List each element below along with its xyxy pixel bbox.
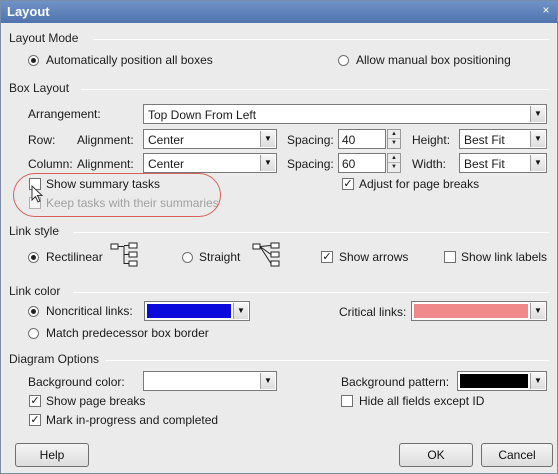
critical-color-swatch	[414, 304, 528, 318]
column-spacing-input[interactable]: 60	[338, 153, 386, 173]
check-icon: ✓	[30, 414, 40, 426]
row-spacing-input[interactable]: 40	[338, 129, 386, 149]
link-color-divider	[73, 292, 549, 293]
show-link-labels-label: Show link labels	[461, 250, 548, 264]
rectilinear-links-icon	[110, 242, 138, 267]
chevron-down-icon[interactable]: ▼	[260, 155, 275, 171]
straight-radio[interactable]	[182, 252, 193, 263]
height-value: Best Fit	[464, 133, 505, 147]
bg-color-label: Background color:	[28, 375, 125, 389]
show-page-breaks-checkbox[interactable]: ✓	[29, 395, 41, 407]
row-alignment-value: Center	[148, 133, 185, 147]
close-icon[interactable]: ×	[538, 3, 554, 19]
cancel-button[interactable]: Cancel	[481, 443, 553, 467]
layout-mode-label: Layout Mode	[9, 31, 79, 45]
width-label: Width:	[412, 157, 447, 171]
show-page-breaks-label: Show page breaks	[46, 394, 146, 408]
box-layout-divider	[81, 89, 549, 90]
spin-up-icon[interactable]: ▲	[388, 130, 400, 139]
link-style-label: Link style	[9, 224, 60, 238]
diagram-options-label: Diagram Options	[9, 352, 100, 366]
adjust-breaks-label: Adjust for page breaks	[359, 177, 480, 191]
spin-up-icon[interactable]: ▲	[388, 154, 400, 163]
column-label: Column:	[28, 157, 73, 171]
column-alignment-select[interactable]: Center ▼	[143, 153, 277, 173]
link-color-label: Link color	[9, 284, 61, 298]
chevron-down-icon[interactable]: ▼	[530, 106, 545, 122]
manual-position-label: Allow manual box positioning	[356, 53, 511, 67]
row-spacing-spinner[interactable]: ▲ ▼	[387, 129, 401, 149]
bg-color-swatch	[146, 374, 258, 388]
rectilinear-radio[interactable]	[28, 252, 39, 263]
critical-color-select[interactable]: ▼	[411, 301, 547, 321]
spin-down-icon[interactable]: ▼	[388, 139, 400, 148]
check-icon: ✓	[322, 251, 332, 263]
row-alignment-label: Alignment:	[77, 133, 134, 147]
arrangement-label: Arrangement:	[28, 107, 101, 121]
manual-position-radio[interactable]	[338, 55, 349, 66]
ok-button[interactable]: OK	[399, 443, 473, 467]
check-icon: ✓	[30, 395, 40, 407]
check-icon: ✓	[343, 178, 353, 190]
box-layout-label: Box Layout	[9, 81, 70, 95]
straight-links-icon	[252, 242, 280, 267]
spin-down-icon[interactable]: ▼	[388, 163, 400, 172]
show-link-labels-checkbox[interactable]	[444, 251, 456, 263]
link-style-divider	[73, 232, 549, 233]
column-alignment-value: Center	[148, 157, 185, 171]
column-alignment-label: Alignment:	[77, 157, 134, 171]
hide-fields-label: Hide all fields except ID	[359, 394, 485, 408]
bg-pattern-label: Background pattern:	[341, 375, 450, 389]
noncritical-links-radio[interactable]	[28, 306, 39, 317]
straight-label: Straight	[199, 250, 241, 264]
bg-pattern-swatch	[460, 374, 528, 388]
help-button[interactable]: Help	[15, 443, 89, 467]
row-label: Row:	[28, 133, 56, 147]
chevron-down-icon[interactable]: ▼	[233, 303, 248, 319]
noncritical-color-swatch	[147, 304, 231, 318]
row-alignment-select[interactable]: Center ▼	[143, 129, 277, 149]
match-predecessor-radio[interactable]	[28, 328, 39, 339]
auto-position-label: Automatically position all boxes	[46, 53, 213, 67]
layout-mode-divider	[93, 39, 549, 40]
rectilinear-label: Rectilinear	[46, 250, 103, 264]
title-bar[interactable]: Layout ×	[1, 1, 557, 23]
chevron-down-icon[interactable]: ▼	[530, 303, 545, 319]
layout-dialog: Layout × Layout Mode Automatically posit…	[0, 0, 558, 474]
column-spacing-value: 60	[342, 157, 356, 171]
adjust-breaks-checkbox[interactable]: ✓	[342, 178, 354, 190]
critical-links-label: Critical links:	[339, 305, 407, 319]
height-label: Height:	[412, 133, 451, 147]
arrangement-select[interactable]: Top Down From Left ▼	[143, 104, 547, 124]
bg-pattern-select[interactable]: ▼	[457, 371, 547, 391]
match-predecessor-label: Match predecessor box border	[46, 326, 209, 340]
column-spacing-spinner[interactable]: ▲ ▼	[387, 153, 401, 173]
column-spacing-label: Spacing:	[287, 157, 334, 171]
height-select[interactable]: Best Fit ▼	[459, 129, 547, 149]
diagram-options-divider	[105, 360, 549, 361]
auto-position-radio[interactable]	[28, 55, 39, 66]
row-spacing-value: 40	[342, 133, 356, 147]
chevron-down-icon[interactable]: ▼	[260, 373, 275, 389]
mouse-cursor-icon	[31, 185, 44, 203]
chevron-down-icon[interactable]: ▼	[530, 155, 545, 171]
show-arrows-label: Show arrows	[339, 250, 409, 264]
window-title: Layout	[7, 4, 50, 19]
chevron-down-icon[interactable]: ▼	[260, 131, 275, 147]
width-select[interactable]: Best Fit ▼	[459, 153, 547, 173]
chevron-down-icon[interactable]: ▼	[530, 131, 545, 147]
noncritical-links-label: Noncritical links:	[46, 304, 133, 318]
mark-progress-checkbox[interactable]: ✓	[29, 414, 41, 426]
hide-fields-checkbox[interactable]	[341, 395, 353, 407]
chevron-down-icon[interactable]: ▼	[530, 373, 545, 389]
arrangement-value: Top Down From Left	[148, 108, 257, 122]
show-arrows-checkbox[interactable]: ✓	[321, 251, 333, 263]
mark-progress-label: Mark in-progress and completed	[46, 413, 219, 427]
row-spacing-label: Spacing:	[287, 133, 334, 147]
width-value: Best Fit	[464, 157, 505, 171]
bg-color-select[interactable]: ▼	[143, 371, 277, 391]
noncritical-color-select[interactable]: ▼	[144, 301, 250, 321]
